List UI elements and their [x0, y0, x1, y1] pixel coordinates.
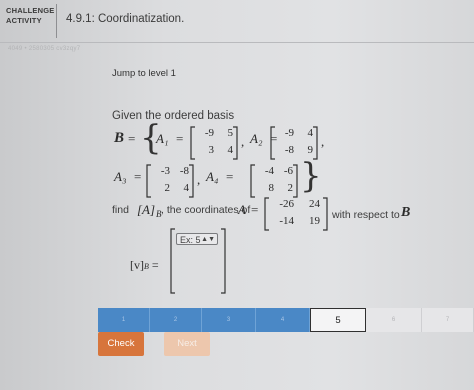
chevron-updown-icon: ▲▼ [201, 236, 215, 243]
next-button[interactable]: Next [164, 332, 210, 356]
coordinates-text: , the coordinates of [161, 204, 251, 216]
level-6[interactable]: 6 [366, 308, 422, 332]
level-5[interactable]: 5 [310, 308, 366, 332]
comma: , [241, 134, 245, 149]
equals-sign: = [251, 202, 259, 217]
A-label: A [238, 202, 246, 217]
equals-sign: = [226, 169, 234, 184]
page: CHALLENGE ACTIVITY 4.9.1: Coordinatizati… [0, 0, 474, 390]
equals-sign: = [134, 169, 142, 184]
A3-cell: -3 [160, 165, 170, 177]
check-button[interactable]: Check [98, 332, 144, 356]
badge-line1: CHALLENGE [6, 6, 55, 15]
find-text: find [112, 204, 129, 216]
A3-matrix: -3 -8 2 4 [152, 164, 190, 198]
A4-matrix: -4 -6 8 2 [256, 164, 294, 198]
badge-line2: ACTIVITY [6, 16, 42, 25]
right-brace-icon: } [300, 156, 322, 196]
A3-cell: 4 [183, 182, 190, 194]
A3-label: A₃ [114, 169, 127, 184]
answer-label-main: [v] [130, 258, 144, 272]
A2-cell: 4 [307, 127, 314, 139]
comma: , [321, 134, 325, 149]
equals-sign: = [128, 131, 136, 146]
A2-matrix: -9 4 -8 9 [276, 126, 314, 160]
level-3[interactable]: 3 [202, 308, 256, 332]
activity-header: CHALLENGE ACTIVITY 4.9.1: Coordinatizati… [0, 0, 474, 44]
answer-label-sub: B [144, 262, 149, 271]
level-7[interactable]: 7 [422, 308, 474, 332]
basis-symbol: B [401, 205, 411, 220]
challenge-badge: CHALLENGE ACTIVITY [6, 6, 54, 32]
given-text: Given the ordered basis [112, 110, 235, 122]
equals-sign: = [176, 131, 184, 146]
A4-cell: 2 [287, 182, 294, 194]
A-cell: -26 [279, 198, 294, 210]
A1-matrix: -9 5 3 4 [196, 126, 234, 160]
header-divider [56, 4, 57, 38]
A2-cell: -9 [284, 127, 294, 139]
answer-label: [v]B = [130, 258, 159, 273]
A3-cell: 2 [164, 182, 171, 194]
activity-id: 4049 • 2580305 cv3zqy7 [8, 46, 81, 52]
find-bracket: [A] [137, 202, 156, 217]
A4-cell: 8 [268, 182, 275, 194]
A-cell: 19 [309, 215, 320, 227]
A-matrix: -26 24 -14 19 [264, 197, 328, 231]
level-progress: 1 2 3 4 5 6 7 [98, 308, 474, 332]
activity-title: 4.9.1: Coordinatization. [66, 13, 185, 25]
A1-cell: 3 [208, 144, 215, 156]
basis-symbol: B [114, 130, 125, 146]
A2-label: A₂ [250, 131, 263, 146]
answer-select-value: Ex: 5 [180, 235, 201, 245]
A-cell: 24 [309, 198, 320, 210]
equals-sign: = [151, 258, 159, 272]
A4-cell: -6 [283, 165, 293, 177]
A2-cell: 9 [307, 144, 314, 156]
A1-label: A₁ [156, 131, 169, 146]
A3-cell: -8 [179, 165, 189, 177]
A1-cell: 5 [227, 127, 234, 139]
A4-cell: -4 [264, 165, 274, 177]
level-1[interactable]: 1 [98, 308, 150, 332]
A2-cell: -8 [284, 144, 294, 156]
A-cell: -14 [279, 215, 294, 227]
level-4[interactable]: 4 [256, 308, 310, 332]
A1-cell: 4 [227, 144, 234, 156]
level-2[interactable]: 2 [150, 308, 202, 332]
A4-label: A₄ [206, 169, 219, 184]
answer-select[interactable]: Ex: 5 ▲▼ [176, 233, 218, 245]
jump-to-level[interactable]: Jump to level 1 [112, 68, 176, 79]
header-rule [0, 42, 474, 43]
respect-text: with respect to [332, 209, 400, 221]
A1-cell: -9 [204, 127, 214, 139]
comma: , [197, 172, 201, 187]
